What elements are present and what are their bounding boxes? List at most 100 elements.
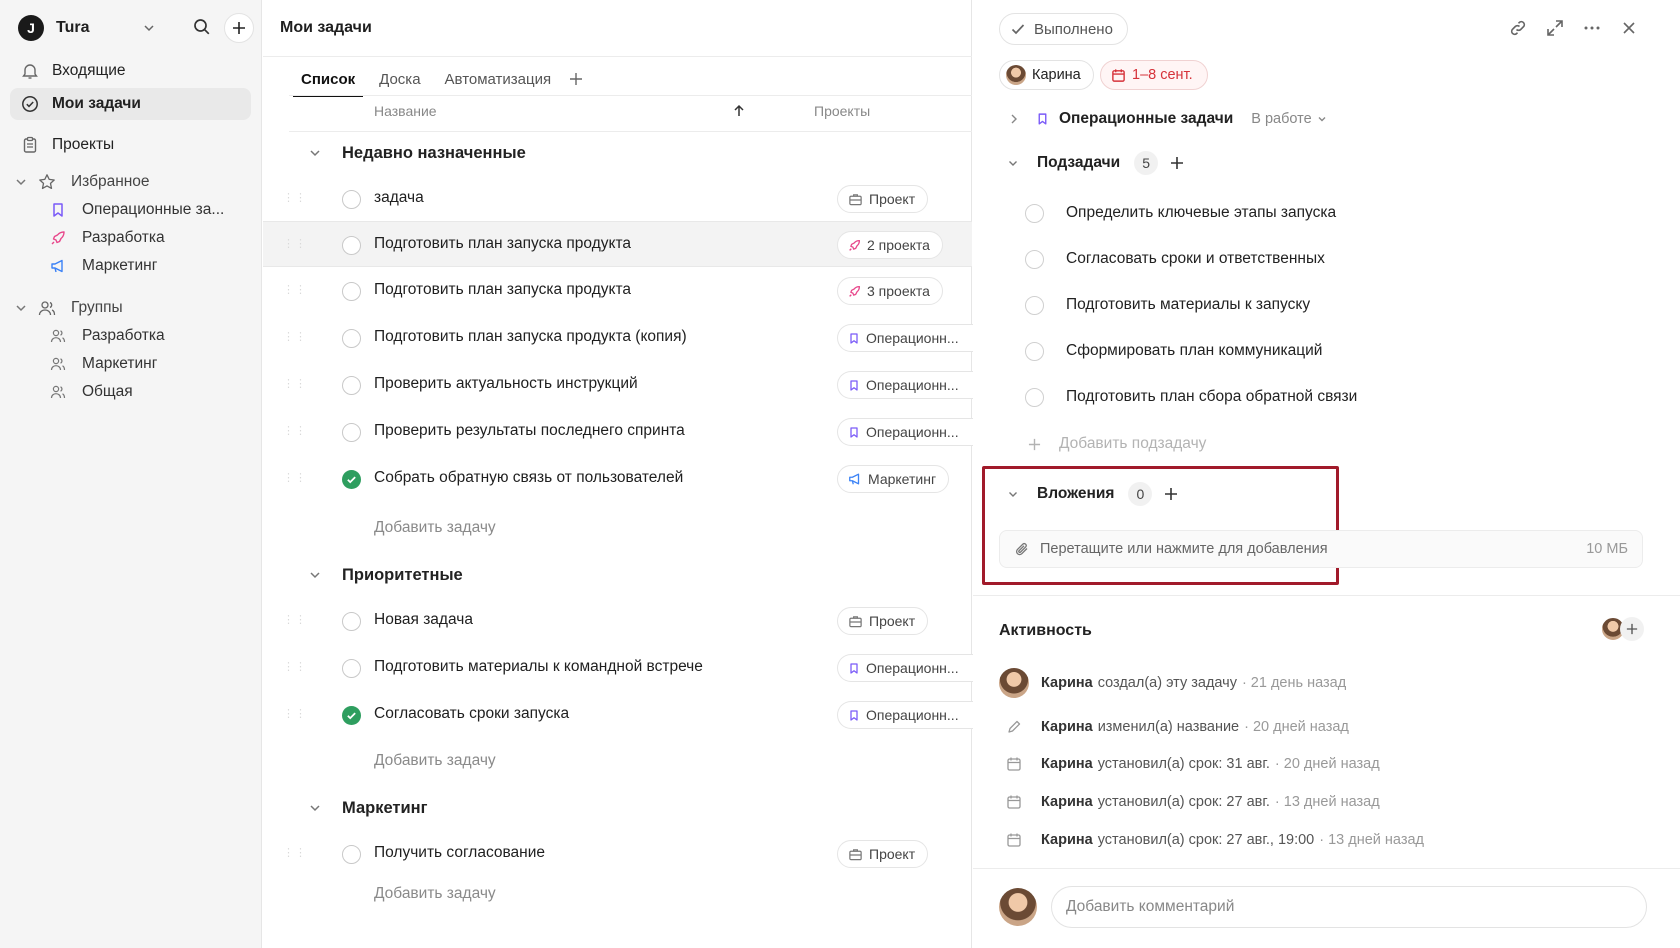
assignee-chip[interactable]: Карина xyxy=(999,60,1094,90)
followers[interactable] xyxy=(1600,616,1644,642)
drag-handle-icon[interactable]: ⋮⋮ xyxy=(283,471,307,484)
task-project-chip[interactable]: 2 проекта xyxy=(837,231,943,259)
drag-handle-icon[interactable]: ⋮⋮ xyxy=(283,613,307,626)
task-checkbox[interactable] xyxy=(342,236,361,255)
due-date-chip[interactable]: 1–8 сент. xyxy=(1100,60,1208,90)
add-subtask-button[interactable]: Добавить подзадачу xyxy=(1028,435,1206,453)
task-title[interactable]: Согласовать сроки запуска xyxy=(374,705,569,723)
task-row[interactable]: ⋮⋮ Проверить результаты последнего сприн… xyxy=(263,409,973,455)
task-row[interactable]: ⋮⋮ Проверить актуальность инструкций Опе… xyxy=(263,362,973,408)
task-row[interactable]: ⋮⋮ Подготовить план запуска продукта (ко… xyxy=(263,315,973,361)
task-checkbox[interactable] xyxy=(342,845,361,864)
task-checkbox[interactable] xyxy=(342,282,361,301)
chevron-down-icon[interactable] xyxy=(142,21,156,35)
drag-handle-icon[interactable]: ⋮⋮ xyxy=(283,707,307,720)
subtask-checkbox[interactable] xyxy=(1025,203,1044,223)
add-view-plus-icon[interactable] xyxy=(569,72,583,86)
add-task-button[interactable]: Добавить задачу xyxy=(374,519,496,537)
mark-done-button[interactable]: Выполнено xyxy=(999,13,1128,45)
drag-handle-icon[interactable]: ⋮⋮ xyxy=(283,283,307,296)
task-checkbox[interactable] xyxy=(342,376,361,395)
column-header-projects[interactable]: Проекты xyxy=(814,103,870,119)
subtask-checkbox[interactable] xyxy=(1025,387,1044,407)
task-project-chip[interactable]: Маркетинг xyxy=(837,465,950,493)
task-checkbox[interactable] xyxy=(342,659,361,678)
search-icon[interactable] xyxy=(192,17,212,37)
comment-input[interactable] xyxy=(1051,886,1647,928)
add-attachment-plus-icon[interactable] xyxy=(1164,487,1178,501)
group-item-general[interactable]: Общая xyxy=(50,378,133,406)
subtask-checkbox[interactable] xyxy=(1025,249,1044,269)
task-title[interactable]: задача xyxy=(374,189,424,207)
task-checkbox-checked[interactable] xyxy=(342,470,361,489)
expand-icon[interactable] xyxy=(1545,18,1565,38)
task-title[interactable]: Проверить актуальность инструкций xyxy=(374,375,638,393)
drag-handle-icon[interactable]: ⋮⋮ xyxy=(283,237,307,250)
project-breadcrumb[interactable]: Операционные задачи В работе xyxy=(1008,104,1328,134)
add-subtask-plus-icon[interactable] xyxy=(1170,156,1184,170)
task-project-chip[interactable]: Операционн... xyxy=(837,324,973,352)
task-row[interactable]: ⋮⋮ Подготовить материалы к командной вст… xyxy=(263,645,973,691)
task-title[interactable]: Проверить результаты последнего спринта xyxy=(374,422,685,440)
subtask-title[interactable]: Определить ключевые этапы запуска xyxy=(1066,204,1336,222)
task-project-chip[interactable]: Проект xyxy=(837,607,929,635)
task-title[interactable]: Подготовить план запуска продукта xyxy=(374,281,631,299)
drag-handle-icon[interactable]: ⋮⋮ xyxy=(283,846,307,859)
task-row[interactable]: ⋮⋮ задача Проект xyxy=(263,176,972,222)
more-icon[interactable] xyxy=(1582,18,1602,38)
group-item-development[interactable]: Разработка xyxy=(50,322,165,350)
task-project-chip[interactable]: Операционн... xyxy=(837,418,973,446)
favorites-section-toggle[interactable]: Избранное xyxy=(14,168,150,196)
tab-list[interactable]: Список xyxy=(289,62,367,97)
create-button[interactable] xyxy=(224,13,254,43)
status-dropdown[interactable]: В работе xyxy=(1251,111,1327,127)
add-follower-plus-icon[interactable] xyxy=(1620,617,1644,641)
subtask-item[interactable]: Подготовить материалы к запуску xyxy=(1025,290,1310,320)
drag-handle-icon[interactable]: ⋮⋮ xyxy=(283,191,307,204)
nav-projects[interactable]: Проекты xyxy=(10,129,251,161)
task-checkbox-checked[interactable] xyxy=(342,706,361,725)
task-project-chip[interactable]: Операционн... xyxy=(837,701,973,729)
subtask-checkbox[interactable] xyxy=(1025,295,1044,315)
drag-handle-icon[interactable]: ⋮⋮ xyxy=(283,660,307,673)
close-icon[interactable] xyxy=(1619,18,1639,38)
task-checkbox[interactable] xyxy=(342,423,361,442)
tab-automation[interactable]: Автоматизация xyxy=(433,62,564,96)
subtask-title[interactable]: Подготовить материалы к запуску xyxy=(1066,296,1310,314)
link-icon[interactable] xyxy=(1508,18,1528,38)
groups-section-toggle[interactable]: Группы xyxy=(14,294,123,322)
subtasks-header[interactable]: Подзадачи 5 xyxy=(1007,148,1184,178)
task-row[interactable]: ⋮⋮ Новая задача Проект xyxy=(263,598,972,644)
favorite-item-development[interactable]: Разработка xyxy=(50,224,165,252)
task-title[interactable]: Новая задача xyxy=(374,611,473,629)
attachments-header[interactable]: Вложения 0 xyxy=(1007,479,1178,509)
task-project-chip[interactable]: Проект xyxy=(837,185,929,213)
add-task-button[interactable]: Добавить задачу xyxy=(374,885,496,903)
task-project-chip[interactable]: Операционн... xyxy=(837,371,973,399)
favorite-item-marketing[interactable]: Маркетинг xyxy=(50,252,157,280)
task-project-chip[interactable]: Операционн... xyxy=(837,654,973,682)
attachment-dropzone[interactable]: Перетащите или нажмите для добавления 10… xyxy=(999,530,1643,568)
group-header-recent[interactable]: Недавно назначенные xyxy=(308,138,526,168)
subtask-checkbox[interactable] xyxy=(1025,341,1044,361)
subtask-item[interactable]: Согласовать сроки и ответственных xyxy=(1025,244,1325,274)
subtask-title[interactable]: Сформировать план коммуникаций xyxy=(1066,342,1322,360)
task-title[interactable]: Подготовить план запуска продукта (копия… xyxy=(374,328,687,346)
subtask-item[interactable]: Определить ключевые этапы запуска xyxy=(1025,198,1336,228)
task-row[interactable]: ⋮⋮ Собрать обратную связь от пользовател… xyxy=(263,456,972,502)
subtask-title[interactable]: Подготовить план сбора обратной связи xyxy=(1066,388,1357,406)
task-row[interactable]: ⋮⋮ Подготовить план запуска продукта 2 п… xyxy=(263,221,972,267)
drag-handle-icon[interactable]: ⋮⋮ xyxy=(283,424,307,437)
task-checkbox[interactable] xyxy=(342,329,361,348)
task-title[interactable]: Собрать обратную связь от пользователей xyxy=(374,469,683,487)
task-title[interactable]: Получить согласование xyxy=(374,844,545,862)
favorite-item-operations[interactable]: Операционные за... xyxy=(50,196,224,224)
task-row[interactable]: ⋮⋮ Получить согласование Проект xyxy=(263,831,972,877)
task-checkbox[interactable] xyxy=(342,612,361,631)
subtask-title[interactable]: Согласовать сроки и ответственных xyxy=(1066,250,1325,268)
nav-my-tasks[interactable]: Мои задачи xyxy=(10,88,251,120)
task-row[interactable]: ⋮⋮ Согласовать сроки запуска Операционн.… xyxy=(263,692,973,738)
column-header-name[interactable]: Название xyxy=(374,103,437,119)
tab-board[interactable]: Доска xyxy=(367,62,432,96)
drag-handle-icon[interactable]: ⋮⋮ xyxy=(283,377,307,390)
